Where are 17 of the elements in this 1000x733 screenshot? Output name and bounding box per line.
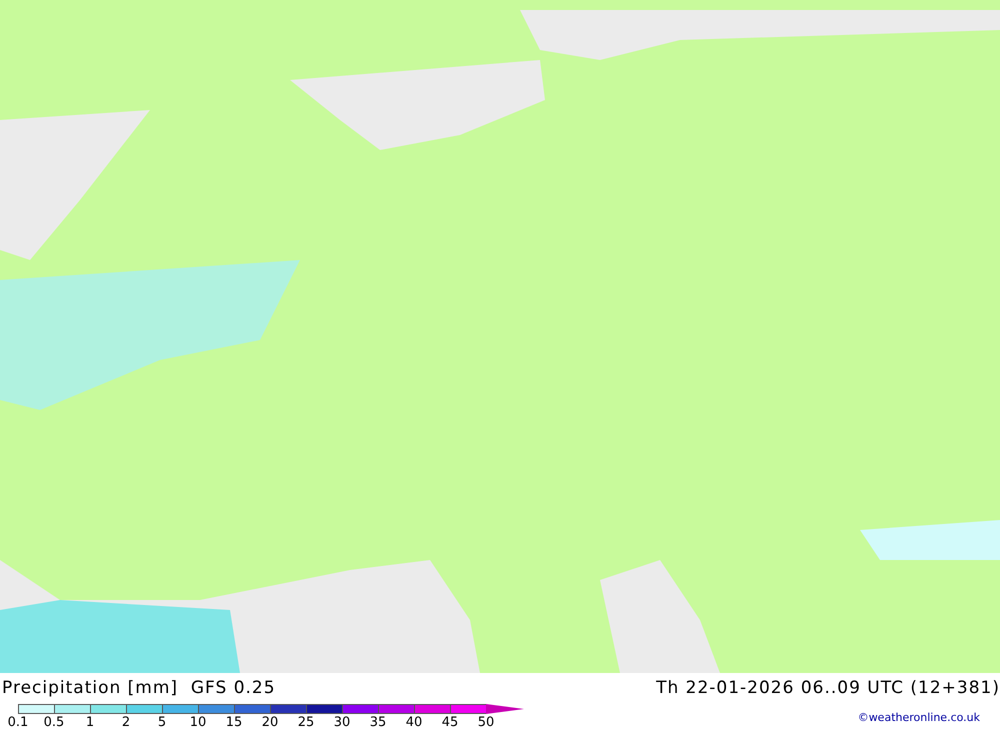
legend-label: 45 (440, 715, 460, 731)
legend-label: 30 (332, 715, 352, 731)
legend-label: 35 (368, 715, 388, 731)
map-title: Precipitation [mm] GFS 0.25 (2, 678, 276, 698)
legend-label: 10 (188, 715, 208, 731)
legend-label: 1 (84, 715, 96, 731)
legend-label: 25 (296, 715, 316, 731)
legend-label: 0.1 (6, 715, 30, 731)
legend-label: 50 (476, 715, 496, 731)
legend-label: 20 (260, 715, 280, 731)
legend-label: 0.5 (42, 715, 66, 731)
valid-time: Th 22-01-2026 06..09 UTC (12+381) (656, 678, 1000, 698)
legend-label: 15 (224, 715, 244, 731)
credit-text: ©weatheronline.co.uk (858, 710, 981, 724)
legend-label: 40 (404, 715, 424, 731)
legend-label: 2 (120, 715, 132, 731)
legend-label: 5 (156, 715, 168, 731)
